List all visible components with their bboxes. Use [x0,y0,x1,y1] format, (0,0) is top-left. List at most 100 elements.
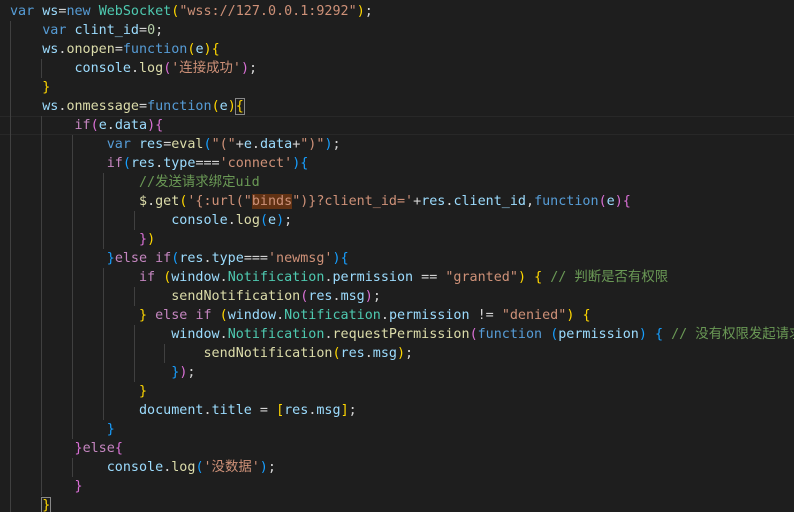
code-line[interactable]: console.log('没数据'); [10,458,276,477]
code-token: get [155,194,180,209]
code-line[interactable]: } [10,382,147,401]
code-line[interactable]: console.log('连接成功'); [10,59,258,78]
code-token: ; [155,23,164,38]
code-line[interactable]: } [10,420,115,439]
code-token: res [340,346,365,361]
code-token: . [332,289,341,304]
code-line[interactable]: ws.onopen=function(e){ [10,40,220,59]
code-token: . [251,137,260,152]
code-line[interactable]: } else if (window.Notification.permissio… [10,306,591,325]
code-line[interactable]: } [10,78,50,97]
code-token: Notification [284,308,381,323]
code-line[interactable]: sendNotification(res.msg); [10,344,413,363]
code-line[interactable]: window.Notification.requestPermission(fu… [10,325,794,344]
code-token: if [74,118,91,133]
code-token: msg [372,346,397,361]
code-token: if [195,308,212,323]
code-token: onopen [66,42,115,57]
code-token: permission [332,270,414,285]
code-line[interactable]: document.title = [res.msg]; [10,401,357,420]
code-token: ( [203,137,212,152]
code-token: function [122,42,188,57]
code-token: title [211,403,252,418]
code-token: = [139,23,148,38]
code-token: { [534,270,543,285]
code-line[interactable]: } [10,477,83,496]
code-token: // 没有权限发起请求 [671,327,794,342]
code-line[interactable]: var res=eval("("+e.data+")"); [10,135,341,154]
code-token: document [139,403,204,418]
code-line[interactable]: }); [10,363,195,382]
code-token: e [243,137,252,152]
code-token: clint_id [74,23,140,38]
code-token: Notification [227,270,325,285]
code-editor[interactable]: var ws = new WebSocket ("wss://127.0.0.1:92… [0,0,794,512]
code-token: . [380,308,389,323]
code-token: = [139,99,148,114]
code-token: res [284,403,309,418]
code-line[interactable]: if(e.data){ [10,116,164,135]
code-token: ; [249,61,258,76]
code-token: ) [147,118,156,133]
code-token: if [139,270,156,285]
code-token: != [469,308,502,323]
code-token: res [179,251,204,266]
code-token: ( [469,327,478,342]
code-token: { [114,441,123,456]
code-token: . [219,270,228,285]
code-token: { [211,42,220,57]
code-token: } [139,384,148,399]
code-token: ( [122,156,131,171]
code-token: ; [405,346,414,361]
code-token: } [42,80,51,95]
code-token: var [10,4,35,19]
code-line[interactable]: sendNotification(res.msg); [10,287,381,306]
code-line[interactable]: console.log(e); [10,211,292,230]
code-token: sendNotification [171,289,301,304]
code-token: ) [332,251,341,266]
code-token: if [155,251,172,266]
code-token: ) [396,346,406,361]
code-token: 0 [147,23,156,38]
code-line[interactable]: $.get('{:url("binds")}?client_id='+res.c… [10,192,631,211]
code-token: . [227,213,236,228]
code-line[interactable]: if (window.Notification.permission == "g… [10,268,668,287]
code-line[interactable]: } [10,496,52,512]
code-token: } [41,497,52,512]
code-token: '{:url(" [187,194,252,209]
code-token: e [606,194,615,209]
code-token: = [251,403,277,418]
code-token: ")}?client_id=' [292,194,414,209]
code-token: . [106,118,115,133]
code-line[interactable]: if(res.type==='connect'){ [10,154,309,173]
code-token: , [526,194,535,209]
code-line[interactable]: }) [10,230,155,249]
code-token: e [98,118,107,133]
code-line[interactable]: var clint_id=0; [10,21,163,40]
code-line[interactable]: ws.onmessage=function(e){ [10,97,245,116]
code-token: { [655,327,664,342]
code-token: ")" [300,137,325,152]
code-token: ; [284,213,293,228]
code-token: } [74,479,83,494]
code-line[interactable]: //发送请求绑定uid [10,173,260,192]
code-token: ; [372,289,381,304]
code-token: if [106,156,123,171]
code-token: [ [276,403,285,418]
code-token: ( [211,99,220,114]
code-token: // 判断是否有权限 [550,270,669,285]
code-token: ) [259,460,268,475]
code-line[interactable]: }else if(res.type==='newmsg'){ [10,249,349,268]
code-line[interactable]: }else{ [10,439,123,458]
code-line[interactable]: var ws=new WebSocket("wss://127.0.0.1:92… [10,2,373,21]
code-token: console [106,460,164,475]
code-token: window [171,327,220,342]
